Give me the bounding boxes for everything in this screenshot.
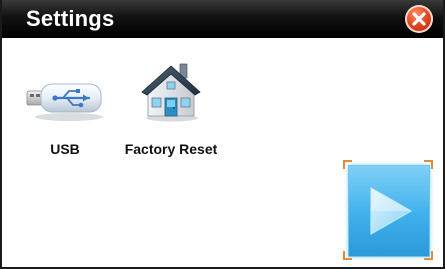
usb-item[interactable]: USB: [20, 56, 110, 160]
factory-reset-item[interactable]: Factory Reset: [116, 52, 226, 160]
close-button[interactable]: [405, 5, 433, 33]
play-icon: [370, 187, 412, 235]
play-tile: [348, 165, 430, 257]
window-title: Settings: [26, 6, 115, 31]
usb-label: USB: [50, 141, 80, 157]
play-button[interactable]: [343, 160, 433, 260]
settings-window: Settings USB Factory Reset: [0, 0, 445, 269]
close-icon: [412, 12, 426, 26]
usb-drive-icon: [26, 83, 103, 121]
factory-reset-label: Factory Reset: [124, 141, 218, 157]
house-icon: [141, 63, 201, 122]
title-bar: Settings: [2, 0, 443, 38]
